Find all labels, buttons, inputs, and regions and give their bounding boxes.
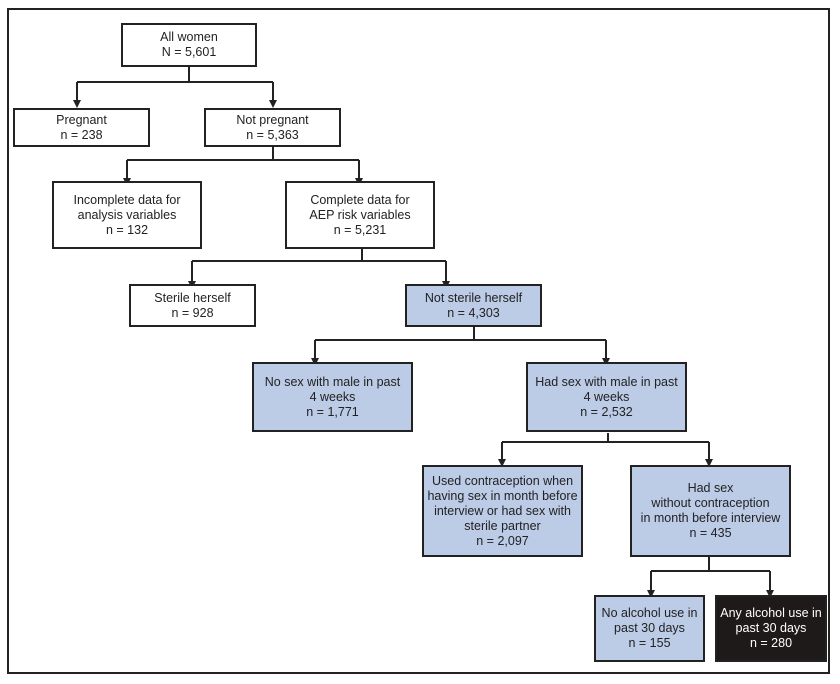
node-label: Not sterile herself: [424, 290, 523, 305]
node-label: analysis variables: [77, 207, 177, 222]
node-not-sterile-herself: Not sterile herself n = 4,303: [405, 284, 542, 327]
node-label: Pregnant: [56, 112, 107, 127]
node-count: n = 435: [689, 526, 732, 540]
node-label: Any alcohol use in: [720, 606, 822, 620]
node-label: Sterile herself: [154, 290, 231, 305]
connector-no-contraception: [650, 556, 771, 590]
node-label: Used contraception when: [431, 473, 574, 488]
node-label: interview or had sex with: [434, 503, 571, 518]
connector-all-women: [76, 66, 274, 100]
node-all-women: All women N = 5,601: [121, 23, 257, 67]
node-label: past 30 days: [614, 621, 685, 635]
node-count: n = 1,771: [306, 404, 359, 419]
node-label: No alcohol use in: [601, 606, 698, 620]
connector-not-sterile: [314, 326, 607, 358]
node-count: N = 5,601: [161, 45, 217, 59]
node-label: sterile partner: [464, 518, 541, 533]
node-label: Complete data for: [310, 192, 410, 207]
node-not-pregnant: Not pregnant n = 5,363: [204, 108, 341, 147]
arrow-pregnant: [73, 100, 81, 108]
node-no-sex: No sex with male in past 4 weeks n = 1,7…: [252, 362, 413, 432]
node-count: n = 2,097: [476, 533, 529, 548]
connectors: [73, 66, 774, 598]
node-count: n = 132: [105, 222, 149, 237]
node-count: n = 5,363: [246, 127, 299, 142]
node-label: past 30 days: [735, 621, 807, 635]
connector-not-pregnant: [126, 146, 360, 178]
node-label: having sex in month before: [427, 488, 578, 503]
node-label: Not pregnant: [236, 112, 309, 127]
node-used-contraception: Used contraception when having sex in mo…: [422, 465, 583, 557]
node-label: Had sex: [687, 481, 734, 495]
node-label: Incomplete data for: [73, 192, 181, 207]
node-count: n = 280: [749, 636, 793, 650]
node-count: n = 4,303: [447, 305, 500, 320]
node-complete-data: Complete data for AEP risk variables n =…: [285, 181, 435, 249]
arrow-not-pregnant: [269, 100, 277, 108]
node-count: n = 238: [60, 127, 103, 142]
node-incomplete-data: Incomplete data for analysis variables n…: [52, 181, 202, 249]
node-label: All women: [160, 30, 218, 44]
connector-complete: [191, 248, 447, 281]
node-label: AEP risk variables: [309, 207, 411, 222]
node-label: No sex with male in past: [264, 374, 401, 389]
node-label: 4 weeks: [583, 389, 630, 404]
node-pregnant: Pregnant n = 238: [13, 108, 150, 147]
node-had-sex: Had sex with male in past 4 weeks n = 2,…: [526, 362, 687, 432]
node-label: without contraception: [651, 496, 770, 510]
connector-had-sex: [501, 433, 710, 459]
node-sterile-herself: Sterile herself n = 928: [129, 284, 256, 327]
node-label: in month before interview: [640, 511, 781, 525]
node-count: n = 928: [171, 305, 214, 320]
node-count: n = 5,231: [333, 222, 387, 237]
node-no-contraception: Had sex without contraception in month b…: [630, 465, 791, 557]
node-label: 4 weeks: [309, 389, 356, 404]
node-count: n = 2,532: [580, 404, 633, 419]
node-count: n = 155: [628, 636, 671, 650]
node-no-alcohol: No alcohol use in past 30 days n = 155: [594, 595, 705, 662]
node-any-alcohol: Any alcohol use in past 30 days n = 280: [715, 595, 827, 662]
node-label: Had sex with male in past: [535, 374, 678, 389]
